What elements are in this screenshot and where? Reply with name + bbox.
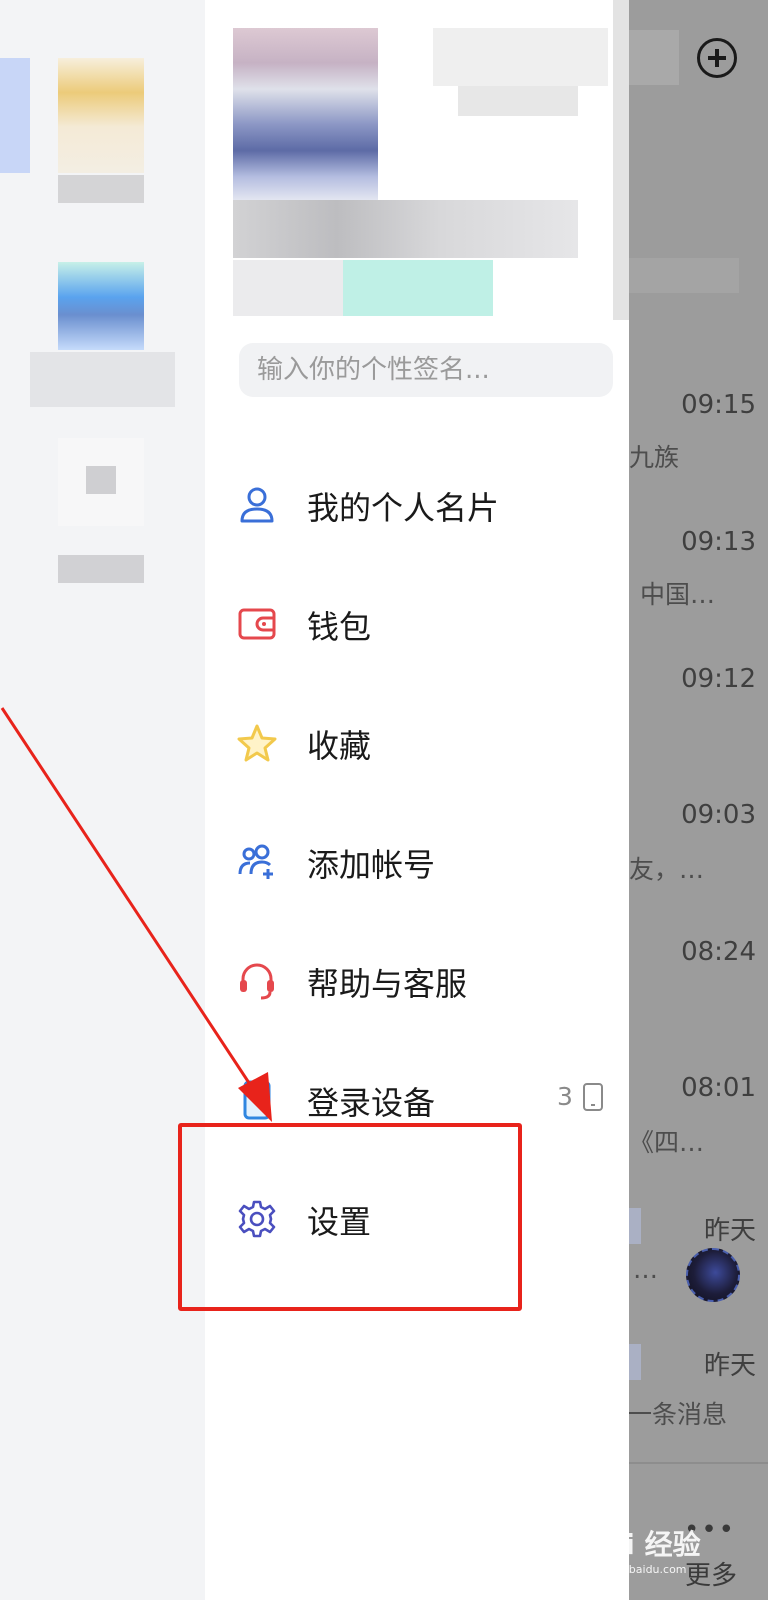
tab-bar-divider <box>629 1462 768 1464</box>
blurred-badge <box>629 1344 641 1380</box>
wallet-icon <box>238 608 276 640</box>
chat-time: 09:13 <box>681 527 756 557</box>
menu-item-wallet[interactable]: 钱包 <box>205 574 629 674</box>
watermark-text: Bai 经验 <box>585 1528 701 1561</box>
signature-input[interactable] <box>239 343 613 397</box>
person-card-icon <box>240 487 274 523</box>
chat-preview: 九族 <box>629 443 680 472</box>
headset-icon <box>240 963 274 1000</box>
device-count: 3 <box>557 1082 573 1111</box>
chat-time: 09:15 <box>681 390 756 420</box>
chat-time: 08:24 <box>681 937 756 967</box>
chat-list-dimmed[interactable]: 09:15 九族 09:13 中国… 09:12 09:03 友，… 08:24… <box>629 0 768 1600</box>
blurred-avatar-1 <box>58 58 144 173</box>
menu-label: 钱包 <box>307 608 372 646</box>
blurred-badges-row <box>233 200 578 258</box>
menu-label: 添加帐号 <box>307 846 436 884</box>
chat-time: 昨天 <box>703 1351 756 1381</box>
menu-label: 收藏 <box>307 727 372 765</box>
menu-item-business-card[interactable]: 我的个人名片 <box>205 455 629 555</box>
blurred-status-chip <box>343 260 493 316</box>
menu-label: 我的个人名片 <box>307 489 500 527</box>
menu-item-add-account[interactable]: 添加帐号 <box>205 812 629 912</box>
add-account-icon <box>238 844 273 879</box>
blurred-label-1 <box>58 175 144 203</box>
blurred-avatar <box>233 28 378 203</box>
group-avatar <box>686 1248 740 1302</box>
chat-preview: … <box>633 1255 658 1284</box>
phone-device-icon <box>243 1080 271 1120</box>
blurred-avatar-2 <box>58 262 144 350</box>
blurred-label-3 <box>58 555 144 583</box>
watermark: Bai 经验 jingyan.baidu.com <box>585 1523 701 1576</box>
blurred-edge-strip <box>613 0 629 320</box>
star-icon <box>237 724 277 762</box>
mobile-phone-icon <box>583 1083 603 1111</box>
chat-time: 09:12 <box>681 664 756 694</box>
chat-preview: 一条消息 <box>629 1400 728 1429</box>
menu-item-login-devices[interactable]: 登录设备 3 <box>205 1050 629 1150</box>
menu-item-favorites[interactable]: 收藏 <box>205 693 629 793</box>
add-circle-icon[interactable] <box>697 38 737 78</box>
chat-time: 08:01 <box>681 1073 756 1103</box>
chat-preview: 友，… <box>629 855 705 884</box>
blurred-nickname <box>433 28 608 86</box>
menu-label: 帮助与客服 <box>307 965 468 1003</box>
blurred-level <box>458 86 578 116</box>
profile-header[interactable] <box>233 0 629 323</box>
chat-time: 昨天 <box>703 1216 756 1246</box>
left-sidebar-strip <box>0 0 205 1600</box>
blurred-badge <box>629 1208 641 1244</box>
blurred-row-block <box>629 258 739 293</box>
blurred-label-2 <box>30 352 175 407</box>
chat-time: 09:03 <box>681 800 756 830</box>
chat-preview: 中国… <box>640 580 716 609</box>
gear-icon <box>238 1200 276 1238</box>
blurred-status-row <box>233 260 343 316</box>
menu-label: 登录设备 <box>307 1084 436 1122</box>
blurred-blue-block <box>0 58 30 173</box>
add-plus-vertical <box>715 49 719 67</box>
blurred-dot-3 <box>86 466 116 494</box>
watermark-subtext: jingyan.baidu.com <box>585 1563 687 1576</box>
menu-item-settings[interactable]: 设置 <box>205 1169 629 1269</box>
blurred-header-block <box>629 30 679 85</box>
menu-label: 设置 <box>307 1203 372 1241</box>
menu-item-help[interactable]: 帮助与客服 <box>205 931 629 1031</box>
chat-preview: 《四… <box>629 1128 705 1157</box>
